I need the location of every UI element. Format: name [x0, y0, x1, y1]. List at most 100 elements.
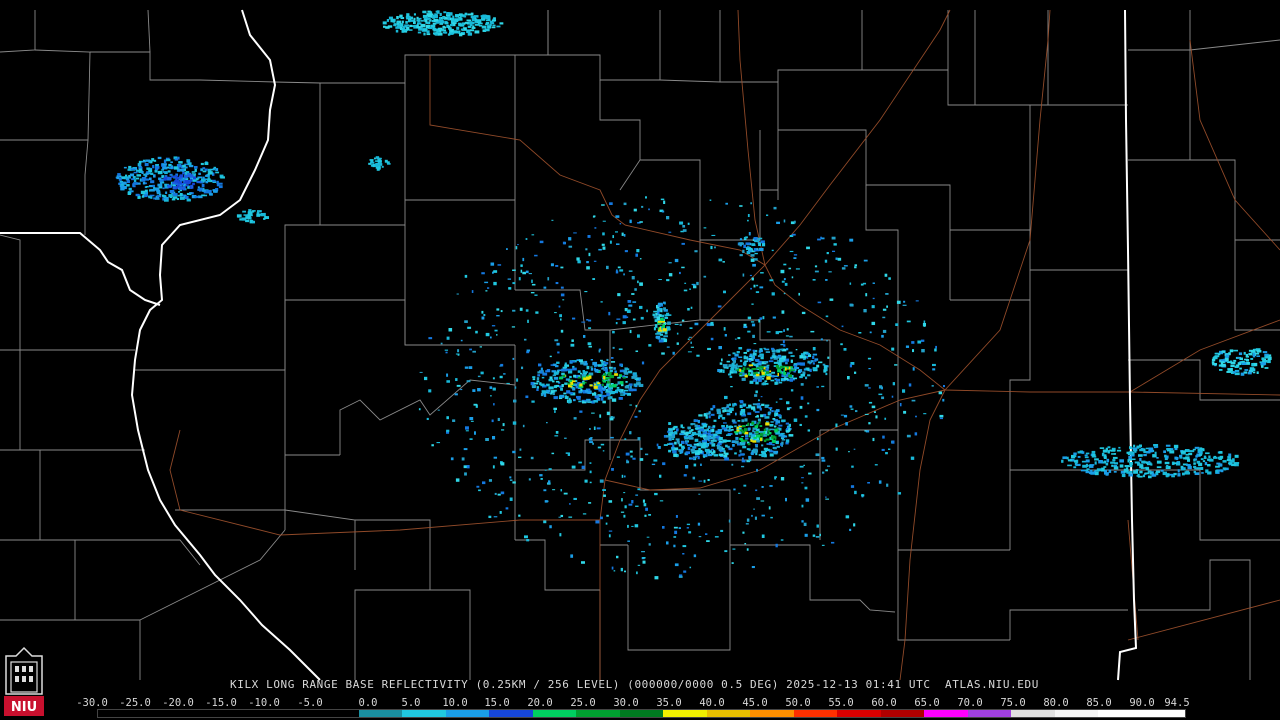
radar-echo	[1245, 356, 1249, 358]
radar-echo	[138, 196, 141, 199]
radar-echo	[700, 463, 702, 466]
radar-echo	[795, 349, 798, 351]
radar-echo	[698, 536, 702, 538]
radar-echo	[1200, 458, 1204, 461]
radar-echo	[765, 382, 769, 385]
radar-echo	[682, 545, 687, 548]
radar-echo	[691, 423, 696, 425]
radar-echo	[497, 264, 502, 266]
radar-echo	[752, 349, 755, 352]
radar-echo	[719, 362, 723, 365]
radar-echo	[616, 388, 622, 392]
color-scale-swatch	[489, 710, 533, 717]
scale-label: 30.0	[613, 697, 639, 709]
radar-echo	[624, 438, 627, 440]
radar-echo	[789, 378, 794, 382]
radar-echo	[564, 396, 569, 400]
radar-echo	[629, 219, 632, 224]
radar-echo	[171, 176, 175, 178]
radar-echo	[664, 314, 668, 317]
radar-echo	[602, 383, 604, 386]
radar-echo	[557, 351, 560, 354]
radar-echo	[722, 407, 727, 410]
radar-echo	[726, 434, 731, 436]
radar-echo	[182, 172, 185, 175]
radar-echo	[490, 22, 495, 25]
radar-echo	[762, 316, 765, 320]
radar-echo	[735, 436, 739, 440]
radar-echo	[404, 24, 409, 27]
radar-echo	[751, 421, 755, 425]
radar-echo	[821, 544, 825, 546]
radar-echo	[734, 353, 739, 357]
radar-echo	[490, 395, 492, 397]
radar-echo	[600, 443, 605, 446]
radar-echo	[753, 449, 759, 453]
radar-echo	[662, 328, 667, 332]
radar-echo	[563, 392, 567, 395]
radar-echo	[716, 408, 721, 412]
radar-echo	[751, 303, 754, 305]
radar-echo	[162, 166, 168, 170]
radar-echo	[765, 351, 770, 353]
radar-echo	[1077, 451, 1082, 454]
radar-echo	[460, 339, 463, 342]
radar-echo	[518, 456, 522, 459]
radar-echo	[696, 354, 700, 357]
radar-echo	[1220, 363, 1226, 367]
radar-echo	[722, 261, 725, 263]
radar-echo	[576, 395, 581, 399]
radar-echo	[754, 252, 758, 255]
radar-echo	[611, 357, 614, 359]
radar-echo	[616, 386, 620, 389]
color-scale-swatch	[924, 710, 968, 717]
radar-echo	[1240, 372, 1245, 376]
radar-echo	[939, 414, 944, 418]
radar-echo	[748, 448, 751, 451]
radar-echo	[770, 421, 774, 423]
radar-echo	[1091, 450, 1096, 454]
radar-echo	[841, 267, 846, 270]
radar-echo	[739, 205, 743, 207]
radar-echo	[120, 187, 125, 191]
radar-echo	[717, 369, 721, 373]
radar-echo	[520, 264, 523, 267]
radar-echo	[749, 274, 752, 277]
radar-echo	[607, 396, 611, 400]
radar-echo	[726, 360, 730, 363]
radar-echo	[201, 189, 206, 192]
radar-echo	[1193, 465, 1197, 468]
radar-echo	[192, 182, 195, 186]
radar-echo	[569, 503, 571, 505]
radar-echo	[783, 263, 787, 266]
radar-echo	[584, 479, 588, 483]
radar-echo	[825, 315, 829, 318]
radar-echo	[488, 479, 493, 482]
radar-echo	[711, 433, 714, 437]
color-scale-swatch	[184, 710, 229, 717]
radar-echo	[474, 24, 480, 26]
radar-echo	[746, 548, 749, 551]
radar-echo	[522, 257, 525, 262]
radar-echo	[884, 417, 887, 420]
radar-echo	[611, 566, 614, 570]
radar-echo	[715, 430, 719, 434]
radar-echo	[765, 422, 770, 426]
radar-echo	[742, 403, 747, 407]
radar-echo	[540, 370, 543, 374]
radar-echo	[560, 293, 565, 297]
radar-echo	[741, 465, 745, 468]
radar-echo	[763, 439, 767, 443]
radar-echo	[849, 528, 852, 532]
radar-echo	[399, 14, 403, 18]
radar-echo	[172, 196, 178, 199]
radar-echo	[840, 414, 844, 416]
radar-echo	[663, 307, 666, 311]
radar-echo	[516, 378, 519, 382]
radar-echo	[1184, 471, 1190, 475]
radar-echo	[686, 527, 689, 529]
radar-echo	[133, 182, 138, 185]
radar-echo	[1145, 447, 1149, 450]
radar-echo	[1226, 371, 1231, 373]
radar-echo	[690, 346, 694, 348]
